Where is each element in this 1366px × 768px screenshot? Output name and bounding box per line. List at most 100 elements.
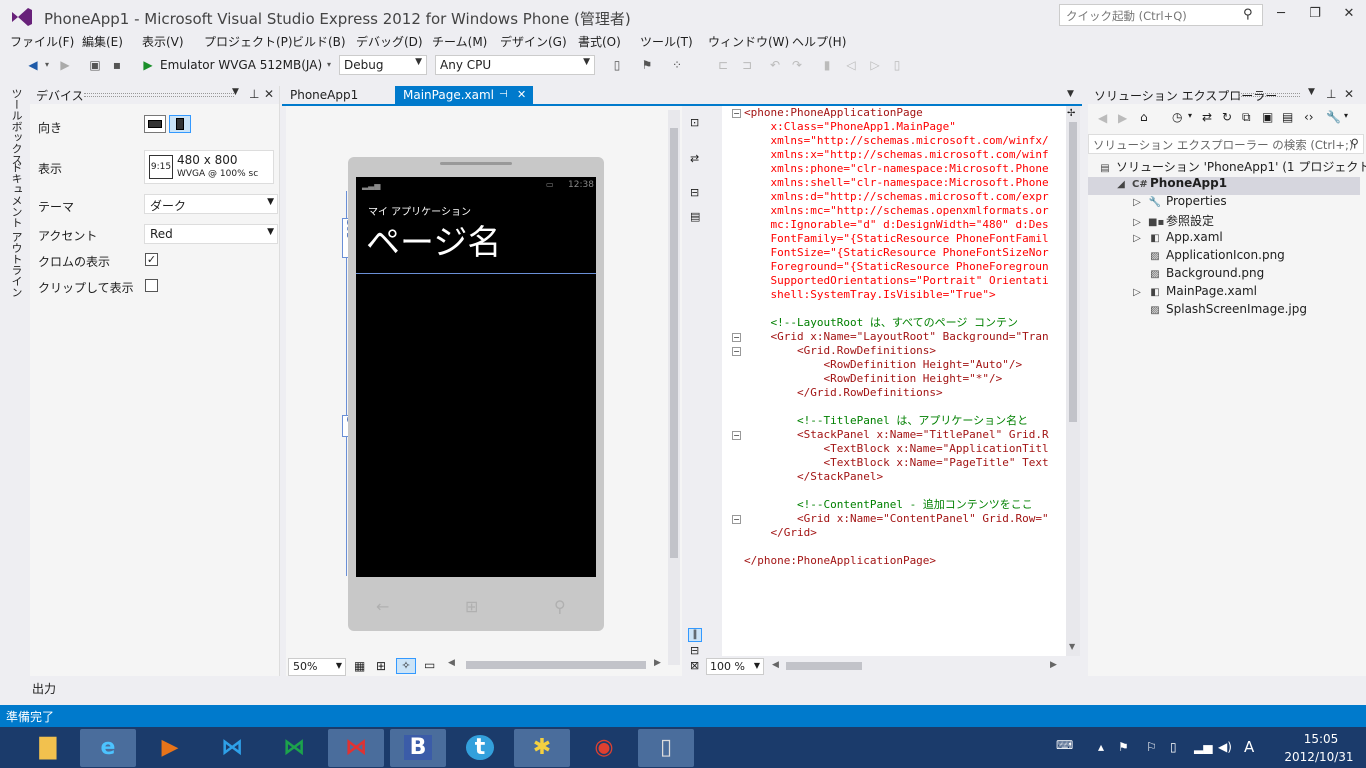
align-left-icon[interactable]: ⊏	[714, 56, 732, 74]
code-line[interactable]: <Grid.RowDefinitions>	[744, 344, 936, 358]
tray-expand-icon[interactable]: ▴	[1098, 740, 1104, 754]
code-line[interactable]: </StackPanel>	[744, 470, 883, 484]
maximize-button[interactable]: ❐	[1300, 6, 1330, 26]
properties-icon[interactable]: 🔧	[1326, 110, 1341, 124]
code-line[interactable]: <Grid x:Name="LayoutRoot" Background="Tr…	[744, 330, 1048, 344]
close-icon[interactable]: ✕	[1344, 87, 1354, 101]
scroll-down-icon[interactable]: ▼	[1069, 642, 1075, 651]
drag-handle[interactable]	[1238, 93, 1300, 97]
bookmark-icon[interactable]: ▮	[818, 56, 836, 74]
portrait-button[interactable]	[169, 115, 191, 133]
toolbox-tab[interactable]: ツールボックス	[8, 88, 24, 165]
code-line[interactable]: shell:SystemTray.IsVisible="True">	[744, 288, 995, 302]
collapse-icon[interactable]: −	[732, 109, 741, 118]
code-line[interactable]: <Grid x:Name="ContentPanel" Grid.Row="	[744, 512, 1049, 526]
code-line[interactable]: <phone:PhoneApplicationPage	[744, 106, 923, 120]
output-tab[interactable]: 出力	[32, 680, 56, 697]
close-button[interactable]: ✕	[1334, 6, 1364, 26]
menu-help[interactable]: ヘルプ(H)	[792, 33, 846, 50]
layout-icon[interactable]: ⁘	[668, 56, 686, 74]
menu-view[interactable]: 表示(V)	[142, 33, 184, 50]
scroll-right-icon[interactable]: ▶	[654, 658, 661, 668]
chevron-down-icon[interactable]: ▾	[1344, 111, 1348, 120]
split-handle-icon[interactable]: ✢	[1067, 108, 1075, 119]
close-icon[interactable]: ✕	[264, 87, 274, 101]
scroll-right-icon[interactable]: ▶	[1050, 660, 1057, 670]
drag-handle[interactable]	[84, 93, 234, 97]
clip-checkbox[interactable]	[145, 279, 158, 292]
vertical-split-icon[interactable]: ‖	[688, 628, 702, 642]
ime-indicator[interactable]: A	[1244, 738, 1254, 756]
code-line[interactable]: mc:Ignorable="d" d:DesignWidth="480" d:D…	[744, 218, 1048, 232]
expand-pane-icon[interactable]: ⊠	[690, 659, 699, 672]
start-debug-icon[interactable]: ▶	[140, 56, 156, 74]
forward-icon[interactable]: ▶	[1118, 111, 1127, 125]
close-icon[interactable]: ✕	[517, 88, 526, 101]
refresh-icon[interactable]: ↻	[1222, 110, 1232, 124]
run-target-dropdown-icon[interactable]: ▾	[324, 56, 334, 74]
chevron-down-icon[interactable]: ▾	[1188, 111, 1192, 120]
menu-build[interactable]: ビルド(B)	[292, 33, 346, 50]
scroll-left-icon[interactable]: ◀	[772, 660, 779, 670]
back-icon[interactable]: ◀	[24, 56, 42, 74]
tree-item[interactable]: ▨ Background.png	[1130, 266, 1264, 280]
code-line[interactable]: Foreground="{StaticResource PhoneForegro…	[744, 260, 1048, 274]
tree-item[interactable]: ▤ ソリューション 'PhoneApp1' (1 プロジェクト)	[1098, 158, 1366, 175]
chevron-down-icon[interactable]: ▼	[232, 87, 239, 97]
visual-studio-green-icon[interactable]: ⋈	[266, 729, 322, 767]
accent-select[interactable]: Red ▼	[144, 224, 278, 244]
code-line[interactable]: xmlns:phone="clr-namespace:Microsoft.Pho…	[744, 162, 1048, 176]
chrome-icon[interactable]: ◉	[576, 729, 632, 767]
internet-explorer-icon[interactable]: e	[80, 729, 136, 767]
grid-icon[interactable]: ▦	[354, 659, 365, 673]
network-icon[interactable]: ▂▅	[1194, 740, 1212, 754]
theme-select[interactable]: ダーク ▼	[144, 194, 278, 214]
minimize-button[interactable]: ─	[1266, 6, 1296, 26]
twitter-icon[interactable]: t	[452, 729, 508, 767]
prev-bookmark-icon[interactable]: ◁	[842, 56, 860, 74]
code-line[interactable]: </Grid>	[744, 526, 816, 540]
configuration-select[interactable]: Debug ▼	[339, 55, 427, 75]
code-line[interactable]: <TextBlock x:Name="ApplicationTitl	[744, 442, 1048, 456]
menu-project[interactable]: プロジェクト(P)	[204, 33, 293, 50]
code-line[interactable]: <StackPanel x:Name="TitlePanel" Grid.R	[744, 428, 1049, 442]
code-line[interactable]: </Grid.RowDefinitions>	[744, 386, 943, 400]
split-pane-icon[interactable]: ▤	[690, 210, 700, 223]
next-bookmark-icon[interactable]: ▷	[866, 56, 884, 74]
xml-scroll-thumb[interactable]	[1069, 122, 1077, 422]
tree-item[interactable]: ◢ C# PhoneApp1	[1114, 176, 1227, 190]
tree-item[interactable]: ▷ ◧ App.xaml	[1130, 230, 1223, 244]
chrome-checkbox[interactable]: ✓	[145, 253, 158, 266]
preview-icon[interactable]: ▤	[1282, 110, 1293, 124]
switch-icon[interactable]: ⇄	[690, 152, 699, 165]
code-line[interactable]: xmlns="http://schemas.microsoft.com/winf…	[744, 134, 1048, 148]
snap-grid-icon[interactable]: ⊞	[376, 659, 386, 673]
clear-bookmark-icon[interactable]: ▯	[888, 56, 906, 74]
power-icon[interactable]: ▯	[1170, 740, 1177, 754]
keyboard-icon[interactable]: ⌨	[1056, 738, 1073, 752]
solution-search-input[interactable]: ソリューション エクスプローラー の検索 (Ctrl+;) ⚲	[1088, 134, 1364, 154]
code-line[interactable]: xmlns:shell="clr-namespace:Microsoft.Pho…	[744, 176, 1048, 190]
menu-window[interactable]: ウィンドウ(W)	[708, 33, 789, 50]
code-line[interactable]: FontSize="{StaticResource PhoneFontSizeN…	[744, 246, 1048, 260]
forward-icon[interactable]: ▶	[56, 56, 74, 74]
quick-launch-input[interactable]: クイック起動 (Ctrl+Q)	[1059, 4, 1263, 26]
home-icon[interactable]: ⌂	[1140, 110, 1148, 124]
design-scrollbar-v[interactable]	[668, 110, 680, 665]
back-dropdown-icon[interactable]: ▾	[42, 56, 52, 74]
expand-arrow-icon[interactable]: ▷	[1130, 233, 1144, 244]
design-scrollbar-h[interactable]	[466, 661, 646, 669]
code-line[interactable]: <RowDefinition Height="*"/>	[744, 372, 1002, 386]
menu-team[interactable]: チーム(M)	[432, 33, 487, 50]
design-surface[interactable]: 161 1* ▂▃▅ ▭ 12:38 マイ アプリケーション ページ名 ← ⊞ …	[286, 106, 682, 676]
code-line[interactable]: </phone:PhoneApplicationPage>	[744, 554, 936, 568]
tab-mainpage-xaml[interactable]: MainPage.xaml ⊣ ✕	[395, 86, 533, 106]
visual-studio-red-icon[interactable]: ⋈	[328, 729, 384, 767]
code-line[interactable]: <!--TitlePanel は、アプリケーション名と	[744, 414, 1028, 428]
snap-lines-icon[interactable]: ✧	[396, 658, 416, 674]
menu-file[interactable]: ファイル(F)	[10, 33, 74, 50]
phone-screen[interactable]: ▂▃▅ ▭ 12:38 マイ アプリケーション ページ名	[356, 177, 596, 577]
tab-list-icon[interactable]: ▼	[1067, 89, 1074, 99]
code-line[interactable]: xmlns:x="http://schemas.microsoft.com/wi…	[744, 148, 1048, 162]
code-line[interactable]: <RowDefinition Height="Auto"/>	[744, 358, 1022, 372]
